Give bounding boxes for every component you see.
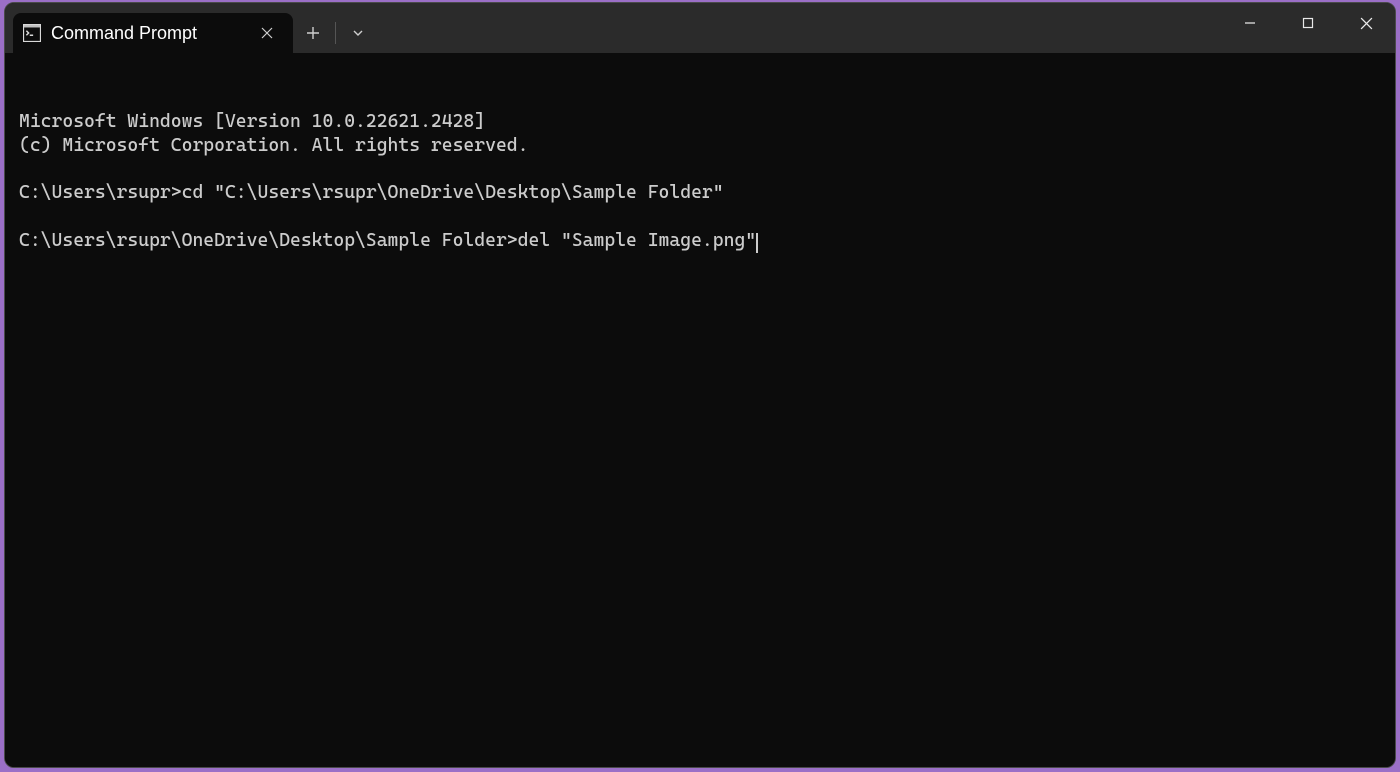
- tab-title: Command Prompt: [51, 23, 245, 44]
- close-icon: [1360, 17, 1373, 30]
- current-input: del "Sample Image.png": [518, 230, 756, 251]
- tab-actions: [297, 13, 374, 53]
- new-tab-button[interactable]: [297, 17, 329, 49]
- command-prompt-icon: [23, 24, 41, 42]
- text-cursor: [756, 233, 758, 253]
- terminal-line: Microsoft Windows [Version 10.0.22621.24…: [19, 110, 1381, 134]
- minimize-icon: [1244, 17, 1256, 29]
- close-icon: [261, 27, 273, 39]
- minimize-button[interactable]: [1221, 3, 1279, 43]
- tab-command-prompt[interactable]: Command Prompt: [13, 13, 293, 53]
- terminal-window: Command Prompt Mi: [4, 2, 1396, 768]
- close-window-button[interactable]: [1337, 3, 1395, 43]
- chevron-down-icon: [352, 27, 364, 39]
- maximize-icon: [1302, 17, 1314, 29]
- window-controls: [1221, 3, 1395, 43]
- terminal-output[interactable]: Microsoft Windows [Version 10.0.22621.24…: [5, 53, 1395, 767]
- terminal-line: [19, 205, 1381, 229]
- tab-close-button[interactable]: [255, 21, 279, 45]
- tab-dropdown-button[interactable]: [342, 17, 374, 49]
- plus-icon: [306, 26, 320, 40]
- prompt: C:\Users\rsupr\OneDrive\Desktop\Sample F…: [19, 230, 518, 251]
- terminal-line: C:\Users\rsupr>cd "C:\Users\rsupr\OneDri…: [19, 181, 1381, 205]
- terminal-history: Microsoft Windows [Version 10.0.22621.24…: [19, 110, 1381, 228]
- divider: [335, 22, 336, 44]
- terminal-line: (c) Microsoft Corporation. All rights re…: [19, 134, 1381, 158]
- terminal-line: [19, 158, 1381, 182]
- titlebar[interactable]: Command Prompt: [5, 3, 1395, 53]
- maximize-button[interactable]: [1279, 3, 1337, 43]
